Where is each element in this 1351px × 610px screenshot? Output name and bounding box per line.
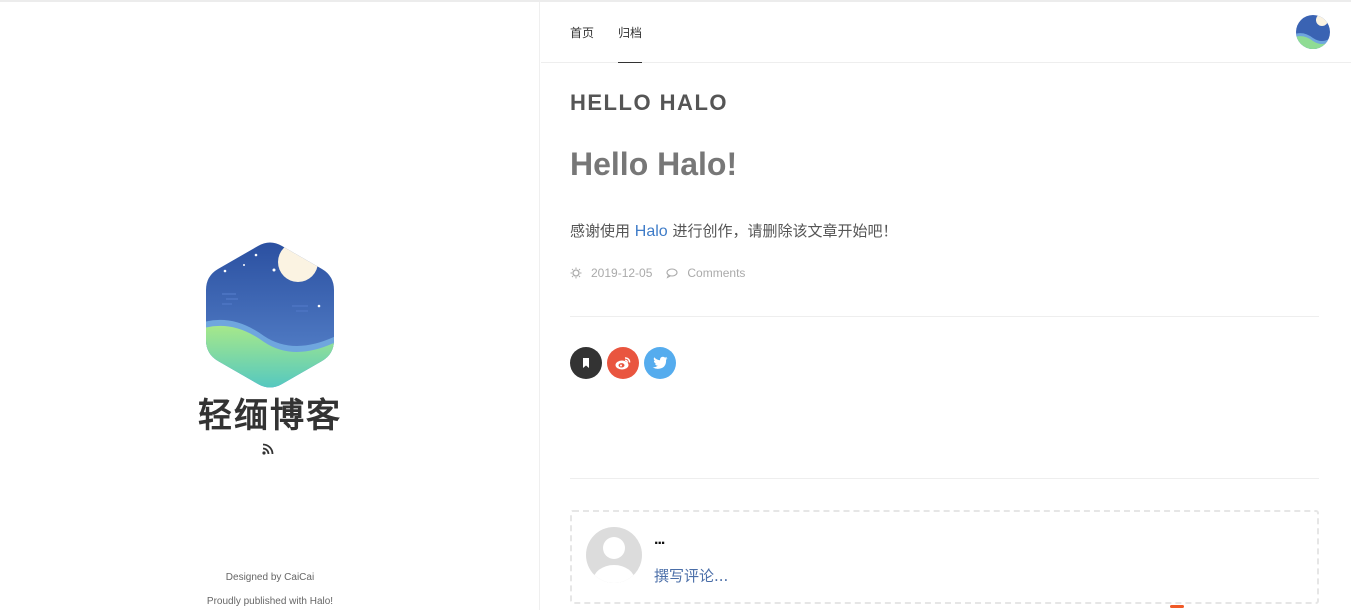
footer-designed: Designed by CaiCai — [225, 572, 315, 583]
top-nav: 首页 归档 — [541, 2, 1351, 63]
share-bookmark-button[interactable] — [570, 347, 602, 379]
comment-form: ... — [570, 510, 1319, 604]
twitter-icon — [652, 356, 668, 369]
divider — [570, 478, 1319, 479]
nav-item-home[interactable]: 首页 — [570, 24, 594, 63]
comment-icon — [666, 268, 678, 279]
share-weibo-button[interactable] — [607, 347, 639, 379]
post-excerpt-after: 进行创作，请删除该文章开始吧！ — [667, 222, 898, 240]
section-title: HELLO HALO — [570, 90, 728, 115]
comment-author-name: ... — [654, 531, 665, 548]
nav-logo-avatar[interactable] — [1295, 14, 1331, 50]
post-meta: 2019-12-05 Comments — [570, 266, 745, 280]
floating-indicator — [1170, 605, 1184, 608]
default-avatar-icon — [586, 527, 642, 583]
post-date: 2019-12-05 — [591, 266, 653, 280]
nav-item-archive[interactable]: 归档 — [618, 24, 643, 63]
post-title[interactable]: Hello Halo! — [570, 146, 737, 183]
post-excerpt-before: 感谢使用 — [570, 222, 635, 240]
comments-link[interactable]: Comments — [687, 266, 745, 280]
comment-input[interactable] — [654, 564, 1294, 588]
halo-link[interactable]: Halo — [635, 223, 668, 240]
sidebar: 轻缅博客 Designed by CaiCai Proudly publishe… — [0, 2, 540, 610]
footer-published: Proudly published with Halo! — [206, 596, 334, 607]
rss-icon[interactable] — [262, 443, 274, 455]
post-excerpt: 感谢使用 Halo 进行创作，请删除该文章开始吧！ — [570, 220, 897, 241]
sun-icon — [570, 267, 582, 279]
site-title: 轻缅博客 — [198, 396, 342, 436]
share-twitter-button[interactable] — [644, 347, 676, 379]
bookmark-icon — [583, 358, 589, 368]
main-content: 首页 归档 HELLO HALO Hello Halo! 感谢使用 Halo 进… — [541, 2, 1351, 610]
divider — [570, 316, 1319, 317]
weibo-icon — [615, 357, 631, 370]
site-logo — [206, 242, 334, 388]
